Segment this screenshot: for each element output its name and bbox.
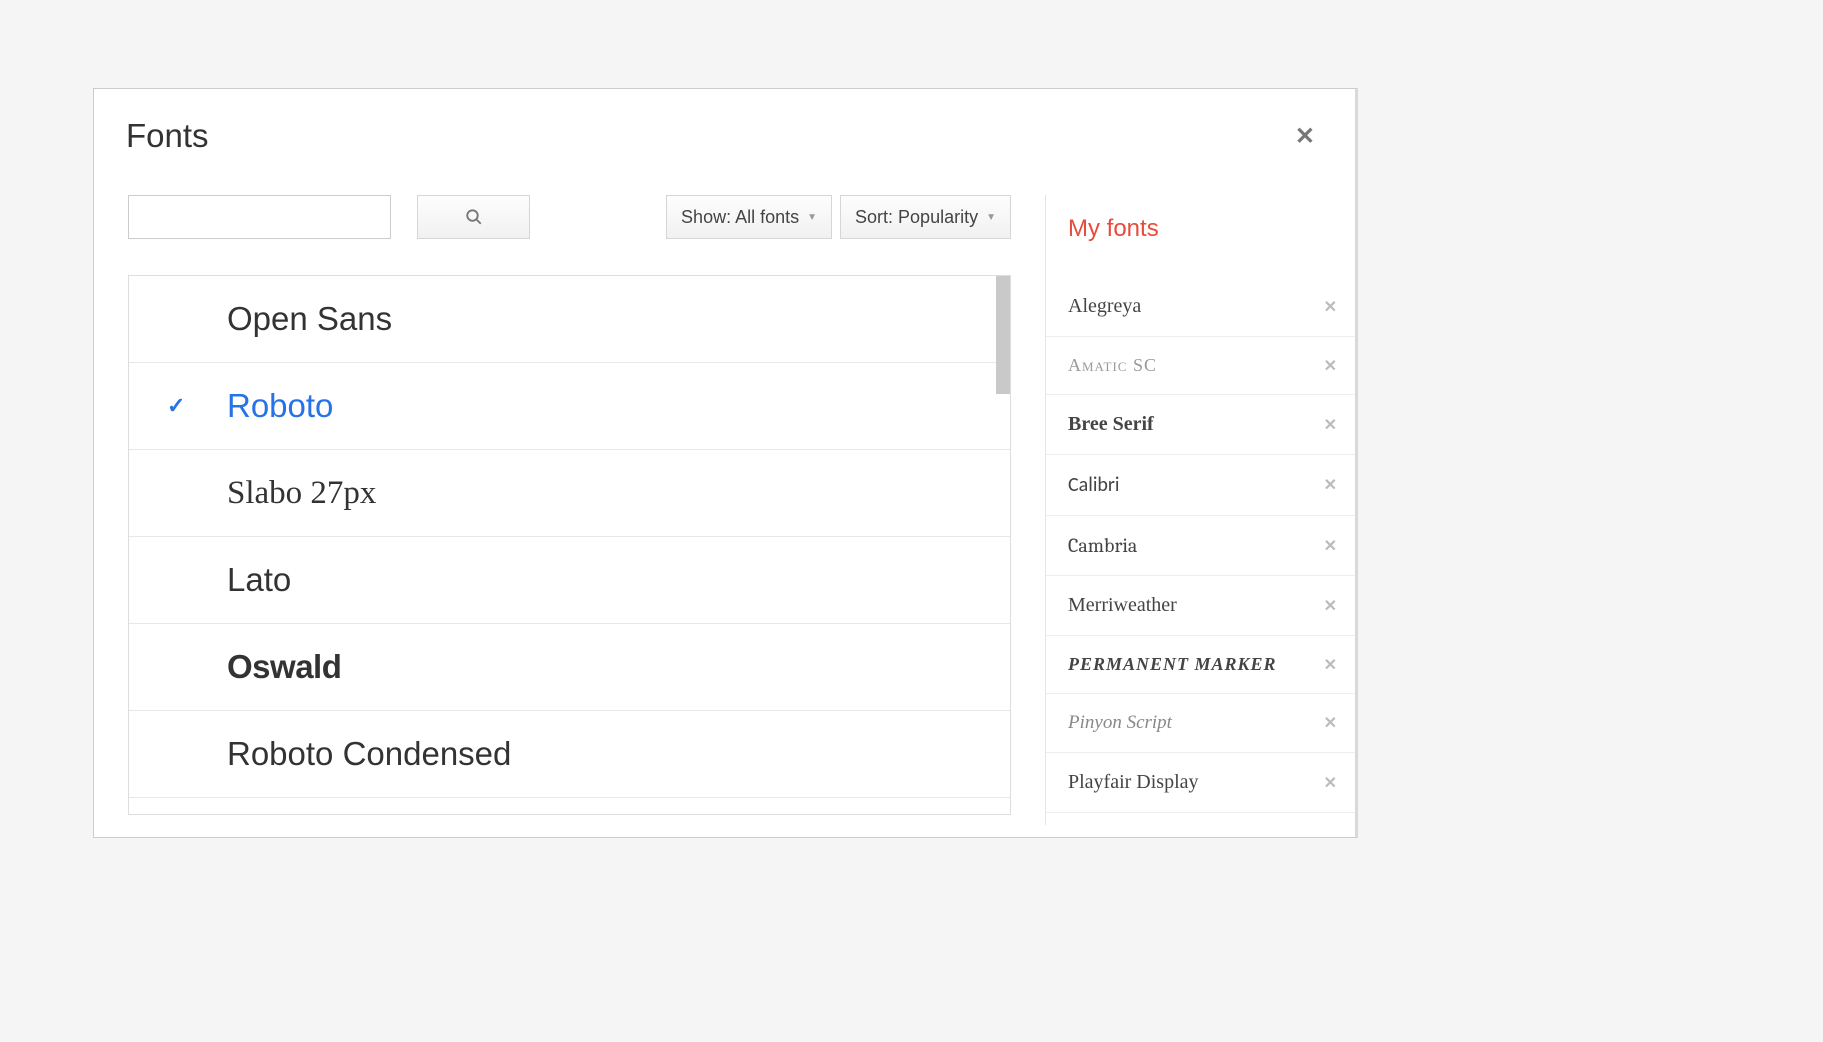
my-font-name-label: Cambria (1068, 534, 1137, 557)
font-list-item[interactable]: Slabo 27px (129, 450, 1010, 537)
font-list-item[interactable]: Lato (129, 537, 1010, 624)
scrollbar-thumb[interactable] (996, 276, 1010, 394)
font-name-label: Open Sans (227, 300, 392, 338)
remove-font-button[interactable]: ✕ (1324, 536, 1337, 556)
my-font-name-label: Calibri (1068, 473, 1120, 497)
font-name-label: Slabo 27px (227, 475, 376, 512)
check-icon: ✓ (167, 393, 185, 419)
close-icon: ✕ (1324, 417, 1337, 434)
close-icon: ✕ (1324, 715, 1337, 732)
my-font-item: Alegreya ✕ (1046, 277, 1355, 337)
show-filter-dropdown[interactable]: Show: All fonts ▼ (666, 195, 832, 239)
my-font-name-label: Permanent Marker (1068, 654, 1277, 675)
my-font-item: Cambria ✕ (1046, 516, 1355, 576)
font-list-item[interactable]: Oswald (129, 624, 1010, 711)
close-icon: ✕ (1324, 538, 1337, 555)
modal-title: Fonts (126, 117, 209, 155)
remove-font-button[interactable]: ✕ (1324, 713, 1337, 733)
my-font-item: Merriweather ✕ (1046, 576, 1355, 636)
my-font-item: Calibri ✕ (1046, 455, 1355, 516)
filter-group: Show: All fonts ▼ Sort: Popularity ▼ (666, 195, 1011, 239)
font-name-label: Roboto (227, 387, 333, 425)
remove-font-button[interactable]: ✕ (1324, 297, 1337, 317)
my-fonts-panel: My fonts Alegreya✕Amatic SC✕Bree Serif✕C… (1045, 195, 1355, 825)
chevron-down-icon: ▼ (986, 212, 996, 223)
remove-font-button[interactable]: ✕ (1324, 356, 1337, 376)
close-icon: ✕ (1295, 123, 1315, 150)
remove-font-button[interactable]: ✕ (1324, 415, 1337, 435)
close-icon: ✕ (1324, 477, 1337, 494)
search-icon (465, 208, 483, 226)
show-filter-label: Show: All fonts (681, 207, 799, 228)
modal-header: Fonts ✕ (94, 89, 1355, 195)
chevron-down-icon: ▼ (807, 212, 817, 223)
my-font-item: Bree Serif ✕ (1046, 395, 1355, 455)
my-font-name-label: Bree Serif (1068, 413, 1154, 436)
search-button[interactable] (417, 195, 530, 239)
font-list-item[interactable]: Roboto Condensed (129, 711, 1010, 798)
my-font-name-label: Playfair Display (1068, 771, 1199, 794)
font-list-item[interactable]: ✓ Roboto (129, 363, 1010, 450)
font-name-label: Lato (227, 561, 291, 599)
font-name-label: Roboto Condensed (227, 735, 511, 773)
sort-label: Sort: Popularity (855, 207, 978, 228)
my-font-name-label: Merriweather (1068, 594, 1177, 617)
close-icon: ✕ (1324, 358, 1337, 375)
my-font-item: Playfair Display ✕ (1046, 753, 1355, 813)
controls-row: Show: All fonts ▼ Sort: Popularity ▼ (128, 195, 1011, 239)
search-input[interactable] (128, 195, 391, 239)
my-fonts-list: Alegreya✕Amatic SC✕Bree Serif✕Calibri✕Ca… (1046, 277, 1355, 813)
font-list-item[interactable]: Open Sans (129, 276, 1010, 363)
my-font-name-label: Alegreya (1068, 295, 1141, 318)
font-list-container: Open Sans ✓ Roboto Slabo 27px Lato Oswald Robo… (128, 275, 1011, 815)
my-font-item: Pinyon Script ✕ (1046, 694, 1355, 753)
close-icon: ✕ (1324, 299, 1337, 316)
close-icon: ✕ (1324, 775, 1337, 792)
my-fonts-title: My fonts (1046, 195, 1355, 277)
sort-dropdown[interactable]: Sort: Popularity ▼ (840, 195, 1011, 239)
remove-font-button[interactable]: ✕ (1324, 655, 1337, 675)
my-font-name-label: Amatic SC (1068, 355, 1157, 376)
font-list[interactable]: Open Sans ✓ Roboto Slabo 27px Lato Oswald Robo… (129, 276, 1010, 814)
remove-font-button[interactable]: ✕ (1324, 475, 1337, 495)
modal-body: Show: All fonts ▼ Sort: Popularity ▼ Ope… (94, 195, 1355, 825)
font-check-column: ✓ (167, 393, 227, 419)
close-icon: ✕ (1324, 657, 1337, 674)
close-icon: ✕ (1324, 598, 1337, 615)
my-font-item: Permanent Marker ✕ (1046, 636, 1355, 694)
remove-font-button[interactable]: ✕ (1324, 773, 1337, 793)
remove-font-button[interactable]: ✕ (1324, 596, 1337, 616)
fonts-modal: Fonts ✕ Show: All fonts ▼ (93, 88, 1358, 838)
font-browser-panel: Show: All fonts ▼ Sort: Popularity ▼ Ope… (94, 195, 1045, 825)
my-font-name-label: Pinyon Script (1068, 712, 1172, 734)
my-font-item: Amatic SC ✕ (1046, 337, 1355, 395)
close-button[interactable]: ✕ (1287, 118, 1323, 155)
font-name-label: Oswald (227, 648, 341, 686)
